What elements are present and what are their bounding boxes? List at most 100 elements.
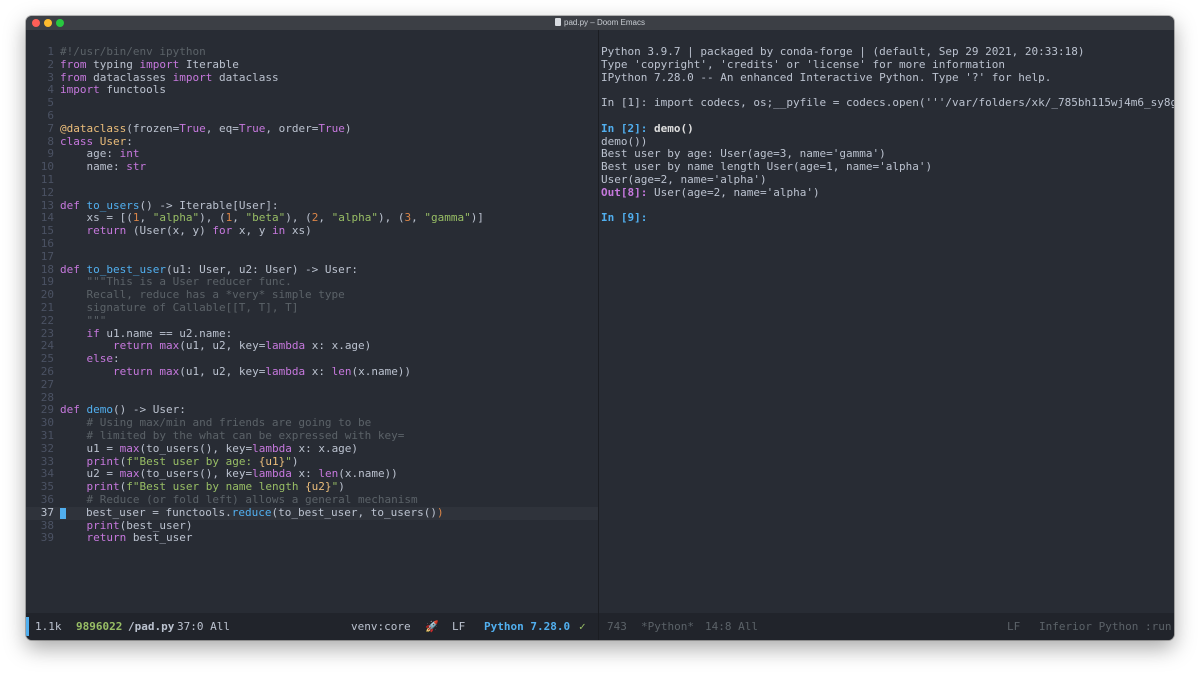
code-token: max (119, 441, 140, 455)
code-token: ) (338, 480, 345, 494)
code-token: () -> User: (113, 403, 186, 417)
modeline-repl: 743 *Python* 14:8 All LF Inferior Python… (599, 613, 1174, 640)
code-token: print (86, 454, 120, 468)
code-line[interactable]: 17 (26, 249, 54, 264)
code-line[interactable]: 21 signature of Callable[[T, T], T] (26, 301, 299, 315)
repl-pane[interactable]: Python 3.9.7 | packaged by conda-forge |… (599, 30, 1174, 613)
code-text: import functools (60, 83, 166, 97)
code-token: (u1, u2, key= (179, 365, 266, 378)
repl-buffer-name[interactable]: *Python* (641, 613, 694, 640)
code-token: xs) (285, 224, 312, 238)
code-token: ) (437, 505, 444, 519)
code-token: IPython 7.28.0 -- An enhanced Interactiv… (601, 70, 1052, 84)
code-token: demo()) (601, 134, 648, 148)
code-token: # limited by the what can be expressed w… (60, 429, 405, 442)
window-title: pad.py – Doom Emacs (564, 18, 645, 27)
code-line[interactable]: 1 #!/usr/bin/env ipython (26, 45, 205, 59)
code-token: for (212, 224, 233, 238)
code-line[interactable]: 27 (26, 377, 54, 392)
code-token: import (60, 83, 100, 97)
code-line[interactable]: 11 (26, 173, 54, 187)
cursor-position: 37:0 All (177, 620, 230, 633)
code-token: ), ( (285, 211, 312, 225)
code-line[interactable]: 26 return max(u1, u2, key=lambda x: len(… (26, 365, 411, 379)
code-token: # Using max/min and friends are going to… (60, 416, 372, 430)
code-token: : (126, 134, 133, 148)
code-token: demo (86, 403, 114, 417)
code-token: User(age=2, name='alpha') (654, 185, 820, 199)
repl-line-ending[interactable]: LF (1007, 613, 1020, 640)
editor-pane[interactable]: 1 #!/usr/bin/env ipython 2 from typing impo… (26, 30, 598, 613)
code-line[interactable]: 7 @dataclass(frozen=True, eq=True, order=… (26, 122, 351, 136)
code-token: from (60, 70, 87, 84)
code-token: ) (344, 121, 352, 135)
code-token: User(age=2, name='alpha') (601, 173, 767, 186)
document-icon (555, 18, 562, 26)
major-mode[interactable]: Python 7.28.0 (484, 613, 570, 640)
code-token: #!/usr/bin/env ipython (60, 45, 206, 58)
line-number: 17 (40, 249, 54, 263)
code-token: """This is a User reducer func. (60, 275, 292, 289)
code-token: Best user by age: User(age=3, name='gamm… (601, 147, 886, 161)
code-token: dataclasses (86, 70, 173, 84)
line-number: 26 (40, 365, 54, 378)
code-token: Recall, reduce has a *very* simple type (60, 288, 345, 302)
python-env[interactable]: venv:core (351, 613, 411, 640)
code-line[interactable]: 2 from typing import Iterable (26, 58, 238, 72)
code-token: u1.name == u2.name: (99, 326, 233, 340)
repl-line[interactable]: IPython 7.28.0 -- An enhanced Interactiv… (601, 70, 1052, 85)
code-token: max (159, 365, 180, 378)
code-line[interactable]: 36 # Reduce (or fold left) allows a gene… (26, 493, 418, 507)
code-token: , order= (265, 121, 319, 135)
line-number: 39 (40, 531, 54, 545)
repl-line[interactable]: In [9]: (601, 211, 647, 225)
code-token: Best user by name length User(age=1, nam… (601, 160, 933, 174)
code-text: return best_user (60, 531, 193, 545)
code-token: class (60, 134, 94, 148)
code-token: x, y (232, 224, 272, 238)
code-token: )] (470, 211, 484, 225)
repl-major-mode[interactable]: Inferior Python :run (1039, 613, 1171, 640)
code-token: Python 3.9.7 | packaged by conda-forge |… (601, 45, 1085, 58)
code-line[interactable]: 22 """ (26, 314, 107, 328)
checker-ok-icon[interactable]: ✓ (579, 613, 586, 640)
code-token: best_user = functools. (86, 505, 232, 519)
code-token: def (60, 198, 80, 212)
code-token: max (159, 339, 180, 353)
code-token: in (271, 224, 286, 238)
code-line[interactable]: 31 # limited by the what can be expresse… (26, 429, 405, 443)
repl-cursor-position: 14:8 All (705, 620, 758, 633)
code-token: () -> Iterable[User]: (139, 198, 279, 212)
code-token: lambda (265, 339, 306, 353)
code-line[interactable]: 32 u1 = max(to_users(), key=lambda x: x.… (26, 442, 358, 456)
buffer-filename[interactable]: /pad.py (128, 613, 174, 640)
code-line[interactable]: 12 (26, 186, 54, 200)
modeline-editor: 1.1k 9896022 /pad.py 37:0 All venv:core … (26, 613, 598, 640)
code-token: {u2} (305, 480, 332, 494)
code-token: lambda (252, 441, 292, 455)
repl-line[interactable]: In [1]: import codecs, os;__pyfile = cod… (601, 96, 1174, 110)
code-token: (best_user) (119, 518, 193, 532)
line-ending[interactable]: LF (452, 613, 465, 640)
code-token: def (60, 403, 80, 417)
code-token: else (86, 352, 114, 366)
code-token: """ (60, 313, 107, 327)
code-token: return (112, 339, 153, 353)
code-token: return (86, 531, 127, 545)
code-text: return (User(x, y) for x, y in xs) (60, 224, 312, 238)
code-token: reduce (231, 505, 272, 519)
repl-line[interactable]: Out[8]: User(age=2, name='alpha') (601, 185, 820, 200)
code-line[interactable]: 6 (26, 109, 54, 123)
code-token: def (60, 262, 80, 276)
code-token: (u1: User, u2: User) -> User: (165, 262, 359, 276)
code-line[interactable]: 16 (26, 237, 54, 251)
code-line[interactable]: 39 return best_user (26, 531, 193, 545)
line-number: 27 (40, 377, 54, 391)
code-token: , (232, 211, 246, 225)
code-token: to_best_user (86, 262, 166, 276)
